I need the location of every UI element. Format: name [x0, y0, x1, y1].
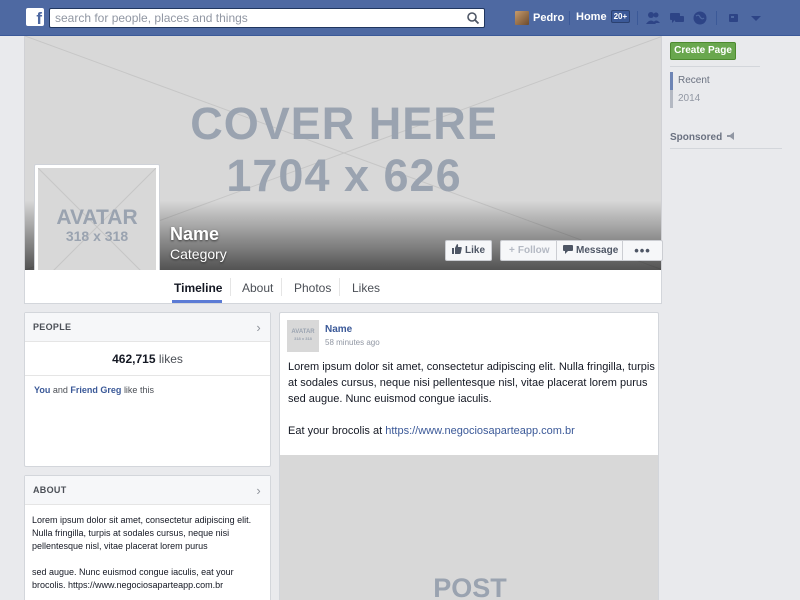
like-button-label: Like [465, 245, 486, 256]
user-avatar [515, 11, 529, 25]
post-image[interactable]: POST [280, 455, 658, 600]
nav-divider [569, 11, 570, 25]
about-card: ABOUT › Lorem ipsum dolor sit amet, cons… [24, 475, 271, 600]
nav-divider [716, 11, 717, 25]
timeline-year-recent[interactable]: Recent [670, 72, 710, 90]
active-tab-indicator [172, 300, 222, 303]
avatar-size-label: 318 x 318 [65, 228, 129, 244]
cover-line-2: 1704 x 626 [226, 150, 462, 201]
search-input[interactable] [50, 9, 450, 27]
home-count-badge: 20+ [610, 10, 631, 23]
likes-count: 462,715 [112, 352, 156, 366]
timeline-post: AVATAR 318 x 318 Name 58 minutes ago Lor… [279, 312, 659, 600]
home-link[interactable]: Home 20+ [576, 10, 631, 23]
about-description: Lorem ipsum dolor sit amet, consectetur … [25, 505, 270, 600]
follow-button-label: Follow [517, 245, 550, 256]
cover-placeholder-text: COVER HERE 1704 x 626 [145, 98, 543, 202]
about-paragraph-1: Lorem ipsum dolor sit amet, consectetur … [32, 515, 252, 551]
like-button[interactable]: Like [445, 240, 493, 261]
and-text: and [52, 385, 68, 395]
home-label: Home [576, 10, 607, 23]
sidebar-divider [670, 66, 760, 67]
privacy-shortcuts-icon[interactable] [728, 10, 744, 26]
more-options-button[interactable]: ••• [623, 240, 664, 261]
sponsored-header: Sponsored [670, 132, 736, 143]
post-url-link[interactable]: https://www.negociosaparteapp.com.br [385, 425, 575, 437]
post-author-name[interactable]: Name [325, 324, 352, 335]
post-avatar-label: AVATAR [291, 329, 315, 335]
user-name: Pedro [533, 12, 565, 24]
create-page-button[interactable]: Create Page [670, 42, 736, 60]
sponsored-label: Sponsored [670, 132, 723, 143]
post-avatar-size-label: 318 x 318 [294, 336, 312, 341]
tab-about[interactable]: About [242, 281, 273, 295]
avatar-label: AVATAR [56, 206, 138, 229]
tab-likes[interactable]: Likes [352, 281, 380, 295]
post-text: Lorem ipsum dolor sit amet, consectetur … [288, 359, 658, 439]
tab-photos[interactable]: Photos [294, 281, 331, 295]
friend-link-greg[interactable]: Friend Greg [70, 385, 121, 395]
like-this-text: like this [123, 385, 154, 395]
chevron-right-icon[interactable]: › [256, 313, 261, 342]
about-card-header[interactable]: ABOUT › [25, 476, 270, 505]
cover-action-buttons: Like + Follow Message ••• [445, 240, 671, 261]
follow-button[interactable]: + Follow [500, 240, 558, 261]
plus-icon: + [509, 245, 515, 256]
notifications-globe-icon[interactable] [692, 10, 708, 26]
cover-line-1: COVER HERE [190, 98, 498, 149]
sponsored-divider [670, 148, 782, 149]
page-tab-bar: Timeline About Photos Likes [24, 270, 662, 304]
post-paragraph-1: Lorem ipsum dolor sit amet, consectetur … [288, 361, 655, 405]
profile-link[interactable]: Pedro [515, 10, 564, 26]
nav-divider [637, 11, 638, 25]
search-box [49, 8, 485, 28]
about-paragraph-2: sed augue. Nunc euismod congue iaculis, … [32, 567, 234, 590]
post-paragraph-2: Eat your brocolis at https://www.negocio… [288, 423, 658, 439]
facebook-logo-icon[interactable]: f [26, 8, 44, 26]
message-button-label: Message [576, 245, 619, 256]
thumbs-up-icon [452, 244, 462, 257]
friend-requests-icon[interactable] [645, 10, 661, 26]
chevron-right-icon[interactable]: › [256, 476, 261, 505]
search-icon[interactable] [466, 11, 480, 25]
top-navigation-bar: f Pedro Home 20+ [0, 0, 800, 36]
page-category[interactable]: Category [170, 246, 227, 262]
people-card: PEOPLE › 462,715 likes You and Friend Gr… [24, 312, 271, 467]
tab-timeline[interactable]: Timeline [174, 281, 222, 295]
tab-divider [339, 278, 340, 296]
people-card-title: PEOPLE [33, 322, 72, 332]
messages-icon[interactable] [669, 10, 685, 26]
timeline-year-2014[interactable]: 2014 [670, 90, 700, 108]
friends-like-row: You and Friend Greg like this [25, 376, 270, 404]
friend-link-you[interactable]: You [34, 385, 50, 395]
tab-divider [230, 278, 231, 296]
post-image-label: POST [433, 573, 507, 600]
message-bubble-icon [563, 244, 574, 257]
people-card-header[interactable]: PEOPLE › [25, 313, 270, 342]
post-author-avatar[interactable]: AVATAR 318 x 318 [287, 320, 319, 352]
settings-dropdown-icon[interactable] [748, 10, 764, 26]
avatar-placeholder: AVATAR 318 x 318 [38, 168, 156, 286]
megaphone-icon [727, 132, 736, 143]
about-card-title: ABOUT [33, 485, 67, 495]
post-timestamp[interactable]: 58 minutes ago [325, 338, 380, 347]
likes-word: likes [158, 352, 183, 366]
likes-count-row: 462,715 likes [25, 342, 270, 376]
tab-divider [281, 278, 282, 296]
post-paragraph-2-text: Eat your brocolis at [288, 425, 383, 437]
message-button[interactable]: Message [557, 240, 624, 261]
page-name[interactable]: Name [170, 224, 219, 245]
